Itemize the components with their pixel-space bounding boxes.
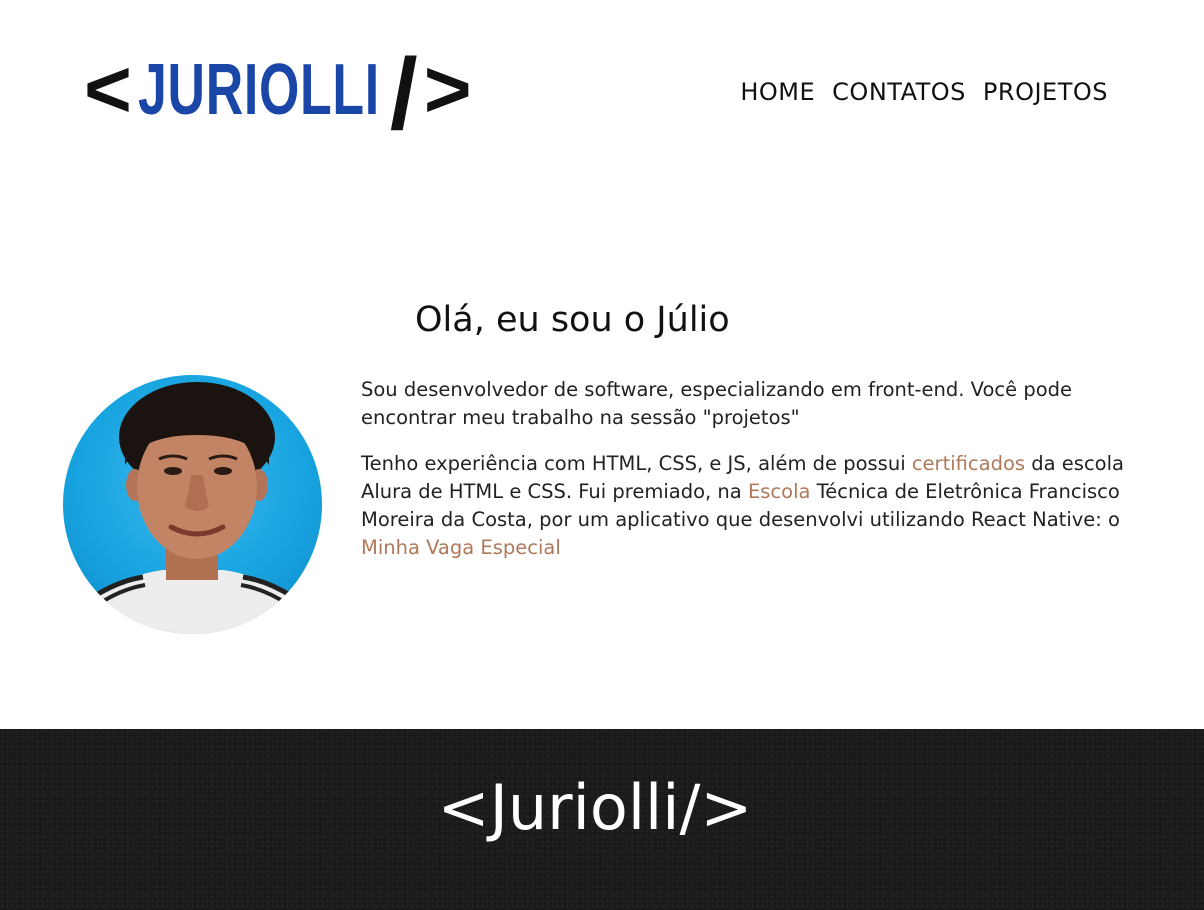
certificados-link[interactable]: certificados	[912, 452, 1025, 475]
avatar-portrait-icon	[63, 382, 322, 634]
logo-slash: /	[389, 38, 418, 150]
site-footer: <Juriolli/>	[0, 729, 1204, 910]
footer-logo: <Juriolli/>	[437, 771, 753, 844]
nav-projetos[interactable]: PROJETOS	[983, 78, 1108, 106]
about-text-part: Tenho experiência com HTML, CSS, e JS, a…	[361, 452, 912, 475]
site-header: < JURIOLLI / > HOME CONTATOS PROJETOS	[0, 0, 1204, 180]
escola-link[interactable]: Escola	[748, 480, 811, 503]
minha-vaga-especial-link[interactable]: Minha Vaga Especial	[361, 536, 561, 559]
page: < JURIOLLI / > HOME CONTATOS PROJETOS Ol…	[0, 0, 1204, 910]
page-title: Olá, eu sou o Júlio	[415, 300, 730, 340]
logo-close-bracket: >	[423, 44, 472, 135]
about-text: Sou desenvolvedor de software, especiali…	[361, 376, 1131, 580]
avatar	[63, 375, 322, 634]
nav-home[interactable]: HOME	[740, 78, 815, 106]
main-nav: HOME CONTATOS PROJETOS	[740, 78, 1108, 106]
about-paragraph-2: Tenho experiência com HTML, CSS, e JS, a…	[361, 450, 1131, 562]
logo-open-bracket: <	[84, 44, 132, 135]
about-paragraph-1: Sou desenvolvedor de software, especiali…	[361, 378, 1073, 429]
nav-contatos[interactable]: CONTATOS	[832, 78, 966, 106]
logo-name: JURIOLLI	[137, 50, 380, 130]
site-logo[interactable]: < JURIOLLI / >	[84, 36, 472, 144]
